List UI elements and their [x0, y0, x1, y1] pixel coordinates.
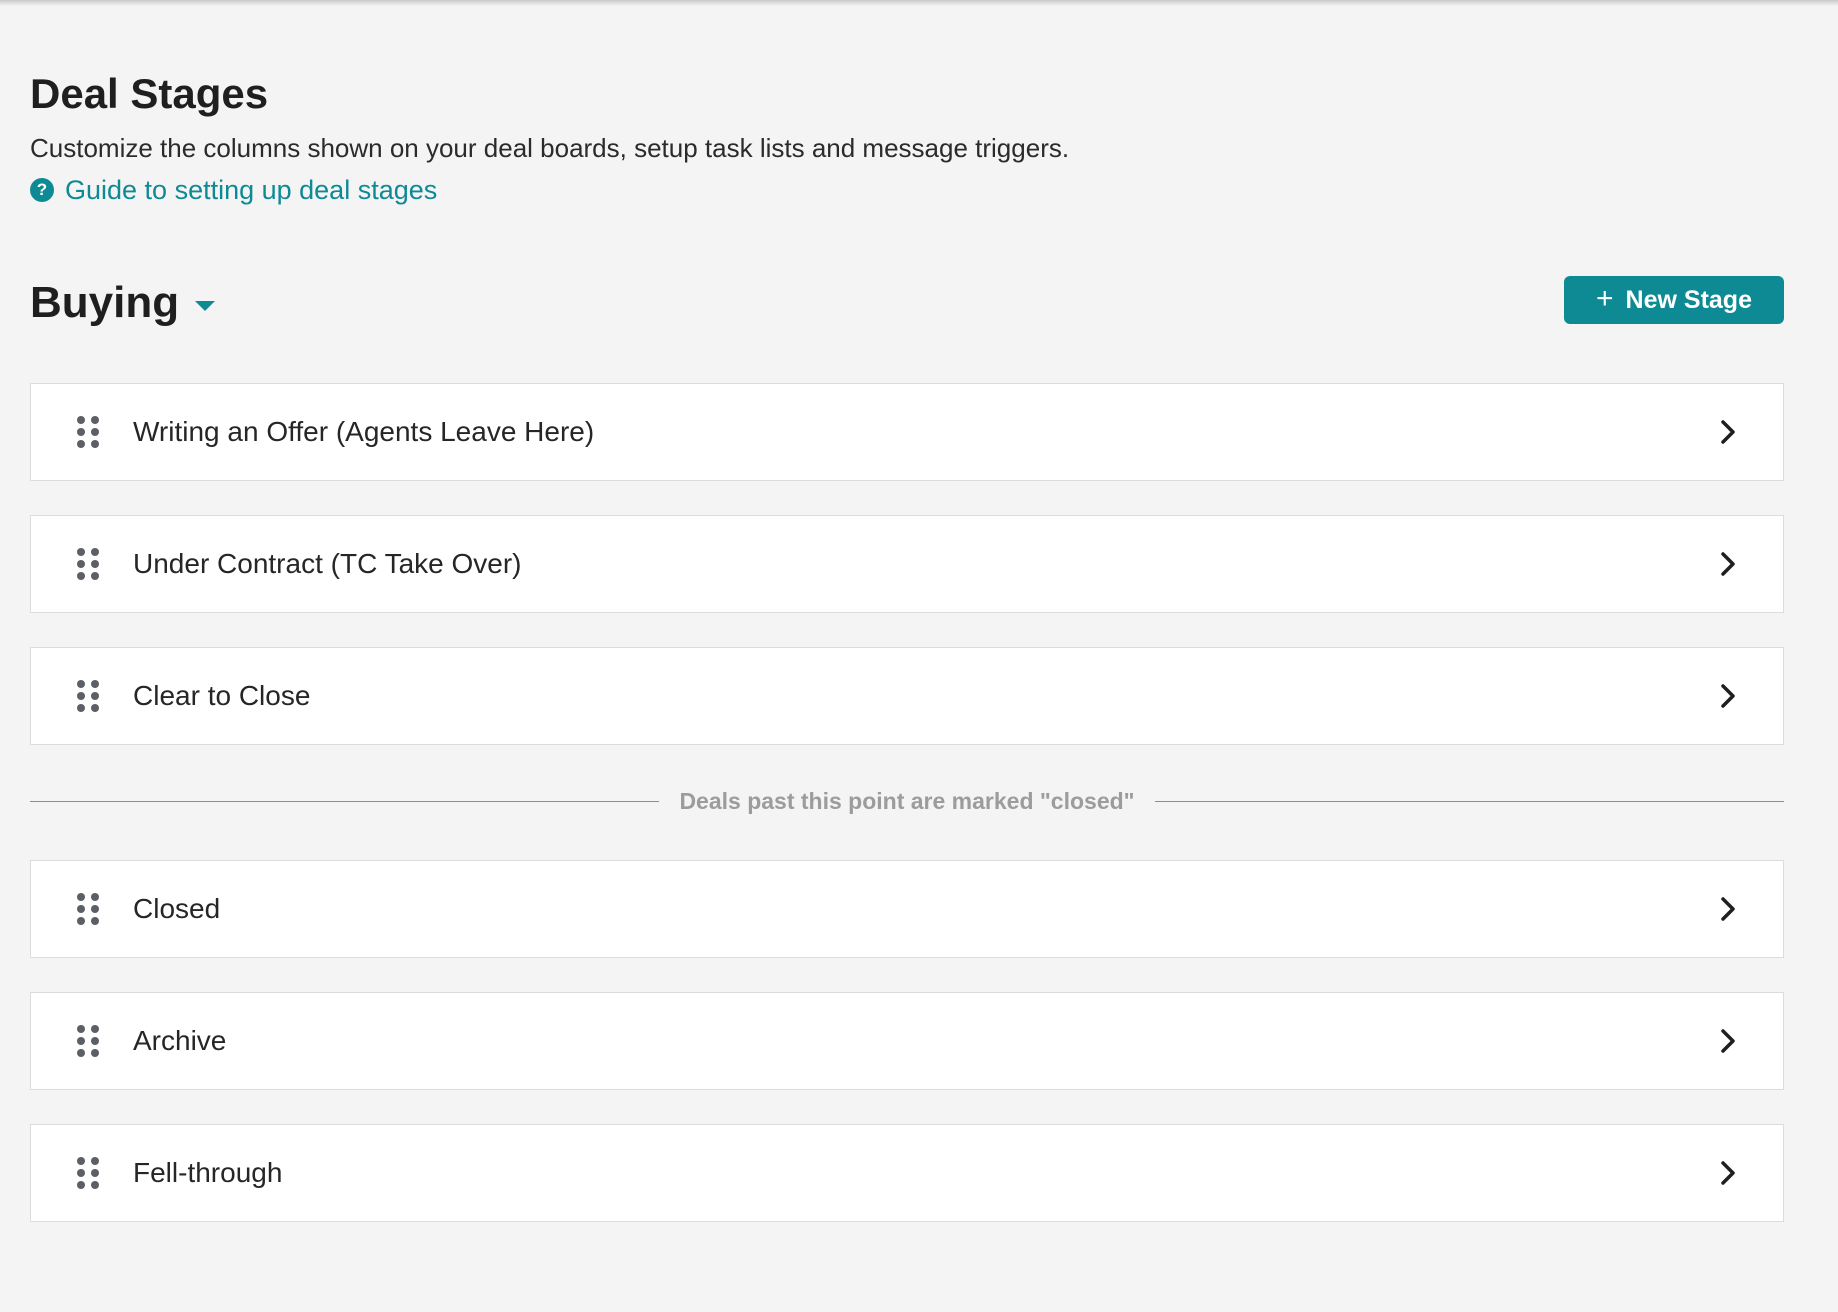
divider-line-right: [1154, 800, 1785, 802]
stage-label: Archive: [133, 1025, 227, 1056]
stage-row[interactable]: Archive: [30, 992, 1784, 1090]
plus-icon: +: [1596, 282, 1614, 315]
stage-label: Closed: [133, 893, 221, 924]
chevron-right-icon[interactable]: [1713, 417, 1743, 447]
pipeline-title: Buying: [30, 278, 180, 327]
chevron-right-icon[interactable]: [1713, 894, 1743, 924]
chevron-right-icon[interactable]: [1713, 1158, 1743, 1188]
guide-link-label: Guide to setting up deal stages: [65, 175, 438, 205]
divider-line-left: [30, 800, 660, 802]
new-stage-label: New Stage: [1625, 285, 1752, 314]
new-stage-button[interactable]: + New Stage: [1564, 276, 1784, 324]
caret-down-icon: [195, 301, 216, 311]
stage-label: Under Contract (TC Take Over): [133, 548, 522, 579]
stage-label: Clear to Close: [133, 680, 311, 711]
help-icon: ?: [30, 178, 54, 202]
stage-label: Fell-through: [133, 1157, 283, 1188]
drag-handle-icon[interactable]: [77, 1025, 99, 1057]
drag-handle-icon[interactable]: [77, 416, 99, 448]
drag-handle-icon[interactable]: [77, 893, 99, 925]
chevron-right-icon[interactable]: [1713, 1026, 1743, 1056]
stage-row[interactable]: Fell-through: [30, 1124, 1784, 1222]
closed-divider: Deals past this point are marked "closed…: [30, 786, 1785, 816]
stage-row[interactable]: Writing an Offer (Agents Leave Here): [30, 383, 1784, 481]
guide-link[interactable]: ? Guide to setting up deal stages: [30, 172, 437, 208]
page-description: Customize the columns shown on your deal…: [30, 133, 1070, 163]
stage-row[interactable]: Clear to Close: [30, 647, 1784, 745]
pipeline-selector[interactable]: Buying: [30, 274, 216, 332]
top-shadow: [0, 0, 1838, 6]
page-title: Deal Stages: [30, 70, 269, 117]
stage-row[interactable]: Closed: [30, 860, 1784, 958]
stage-row[interactable]: Under Contract (TC Take Over): [30, 515, 1784, 613]
drag-handle-icon[interactable]: [77, 1157, 99, 1189]
drag-handle-icon[interactable]: [77, 548, 99, 580]
divider-label: Deals past this point are marked "closed…: [679, 787, 1135, 814]
chevron-right-icon[interactable]: [1713, 549, 1743, 579]
chevron-right-icon[interactable]: [1713, 681, 1743, 711]
stage-label: Writing an Offer (Agents Leave Here): [133, 416, 595, 447]
drag-handle-icon[interactable]: [77, 680, 99, 712]
